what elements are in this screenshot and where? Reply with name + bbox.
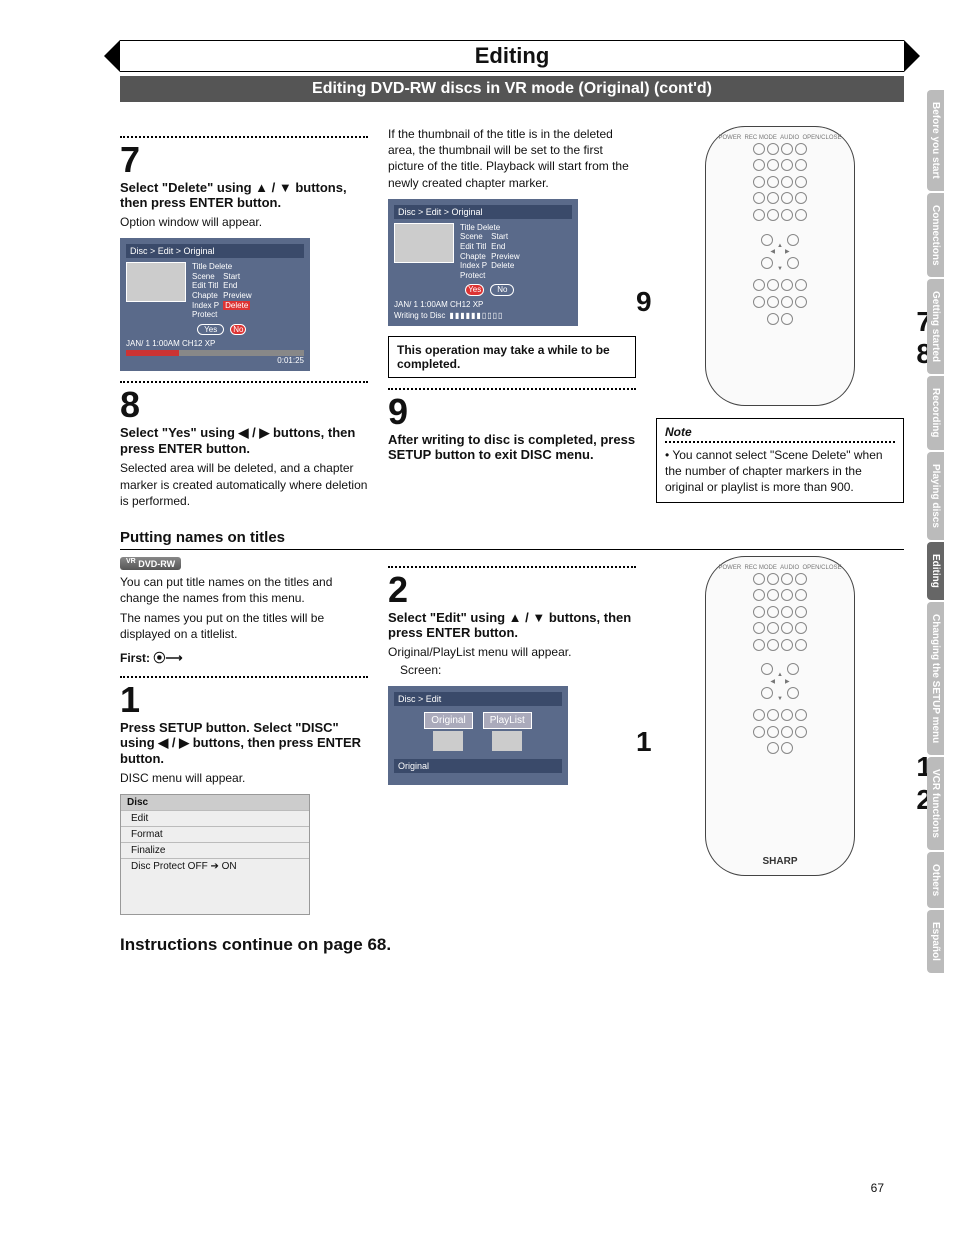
page-subtitle: Editing DVD-RW discs in VR mode (Origina… [120,76,904,102]
continue-notice: Instructions continue on page 68. [120,935,904,955]
remote-illustration-1: POWER REC MODE AUDIO OPEN/CLOSE ▲ ◀ ▶ ▼ [705,126,855,406]
tab-editing: Editing [927,542,944,600]
osd2-status: JAN/ 1 1:00AM CH12 XP [394,300,572,309]
osd-screenshot-1: Disc > Edit > Original Title Delete Scen… [120,238,310,371]
note-box: Note • You cannot select "Scene Delete" … [656,418,904,503]
osd2-thumbnail [394,223,454,263]
page-title: Editing [475,43,550,69]
step-1-number: 1 [120,682,368,718]
tab-getting-started: Getting started [927,279,944,374]
step-2-body: Original/PlayList menu will appear. [388,644,636,660]
disc-menu-item: Format [121,826,309,842]
osd2-menu-title: Title Delete [460,223,520,233]
step-8-head: Select "Yes" using ◀ / ▶ buttons, then p… [120,425,368,456]
osd2-writing: Writing to Disc [394,311,445,320]
tab-playing-discs: Playing discs [927,452,944,540]
mid-paragraph: If the thumbnail of the title is in the … [388,126,636,191]
osd1-thumbnail [126,262,186,302]
step-9-head: After writing to disc is completed, pres… [388,432,636,462]
side-tabs: Before you start Connections Getting sta… [927,90,944,973]
osd2-yes: Yes [465,284,484,296]
page-title-bar: Editing [120,40,904,72]
osd1-status: JAN/ 1 1:00AM CH12 XP [126,339,304,348]
note-body: • You cannot select "Scene Delete" when … [665,447,895,496]
tab-others: Others [927,852,944,908]
tab-before-you-start: Before you start [927,90,944,191]
step-8-body: Selected area will be deleted, and a cha… [120,460,368,509]
first-label: First: [120,651,150,665]
page-number: 67 [871,1181,884,1195]
section2-intro2: The names you put on the titles will be … [120,610,368,642]
screen-label: Screen: [400,662,636,678]
step-2-head: Select "Edit" using ▲ / ▼ buttons, then … [388,610,636,640]
step-8-number: 8 [120,387,368,423]
remote-illustration-2: POWER REC MODE AUDIO OPEN/CLOSE ▲ ◀ ▶ ▼ [705,556,855,876]
osd1-yes: Yes [197,324,224,336]
remote2-label-left: 1 [636,726,652,758]
tab-connections: Connections [927,193,944,278]
note-title: Note [665,425,895,439]
section-putting-names: Putting names on titles [120,529,904,550]
section2-intro1: You can put title names on the titles an… [120,574,368,606]
osd-screenshot-3: Disc > Edit Original PlayList Original [388,686,568,785]
disc-menu-item: Finalize [121,842,309,858]
osd3-footer: Original [394,759,562,773]
osd1-no: No [230,324,246,336]
step-1-body: DISC menu will appear. [120,770,368,786]
disc-insert-icon: ⦿⟶ [153,651,182,665]
osd3-playlist: PlayList [483,712,532,729]
osd1-menu-title: Title Delete [192,262,252,272]
disc-menu-screenshot: Disc Edit Format Finalize Disc Protect O… [120,794,310,915]
tab-espanol: Español [927,910,944,973]
osd1-timer: 0:01:25 [126,356,304,365]
osd1-breadcrumb: Disc > Edit > Original [126,244,304,258]
tab-recording: Recording [927,376,944,449]
remote-brand: SHARP [706,856,854,867]
step-7-head: Select "Delete" using ▲ / ▼ buttons, the… [120,180,368,210]
step-7-number: 7 [120,142,368,178]
step-9-number: 9 [388,394,636,430]
step-2-number: 2 [388,572,636,608]
osd-screenshot-2: Disc > Edit > Original Title Delete Scen… [388,199,578,326]
tab-changing-setup: Changing the SETUP menu [927,602,944,755]
tab-vcr-functions: VCR functions [927,757,944,850]
step-1-head: Press SETUP button. Select "DISC" using … [120,720,368,766]
osd1-progress [126,350,304,356]
operation-callout: This operation may take a while to be co… [388,336,636,378]
step-7-body: Option window will appear. [120,214,368,230]
osd3-breadcrumb: Disc > Edit [394,692,562,706]
osd3-original: Original [424,712,472,729]
osd2-no: No [490,284,514,296]
osd2-breadcrumb: Disc > Edit > Original [394,205,572,219]
remote1-label-left: 9 [636,286,652,318]
disc-menu-item: Edit [121,810,309,826]
disc-menu-header: Disc [121,795,309,810]
dvd-rw-badge: VR DVD-RW [120,557,181,570]
disc-menu-item: Disc Protect OFF ➔ ON [121,858,309,874]
